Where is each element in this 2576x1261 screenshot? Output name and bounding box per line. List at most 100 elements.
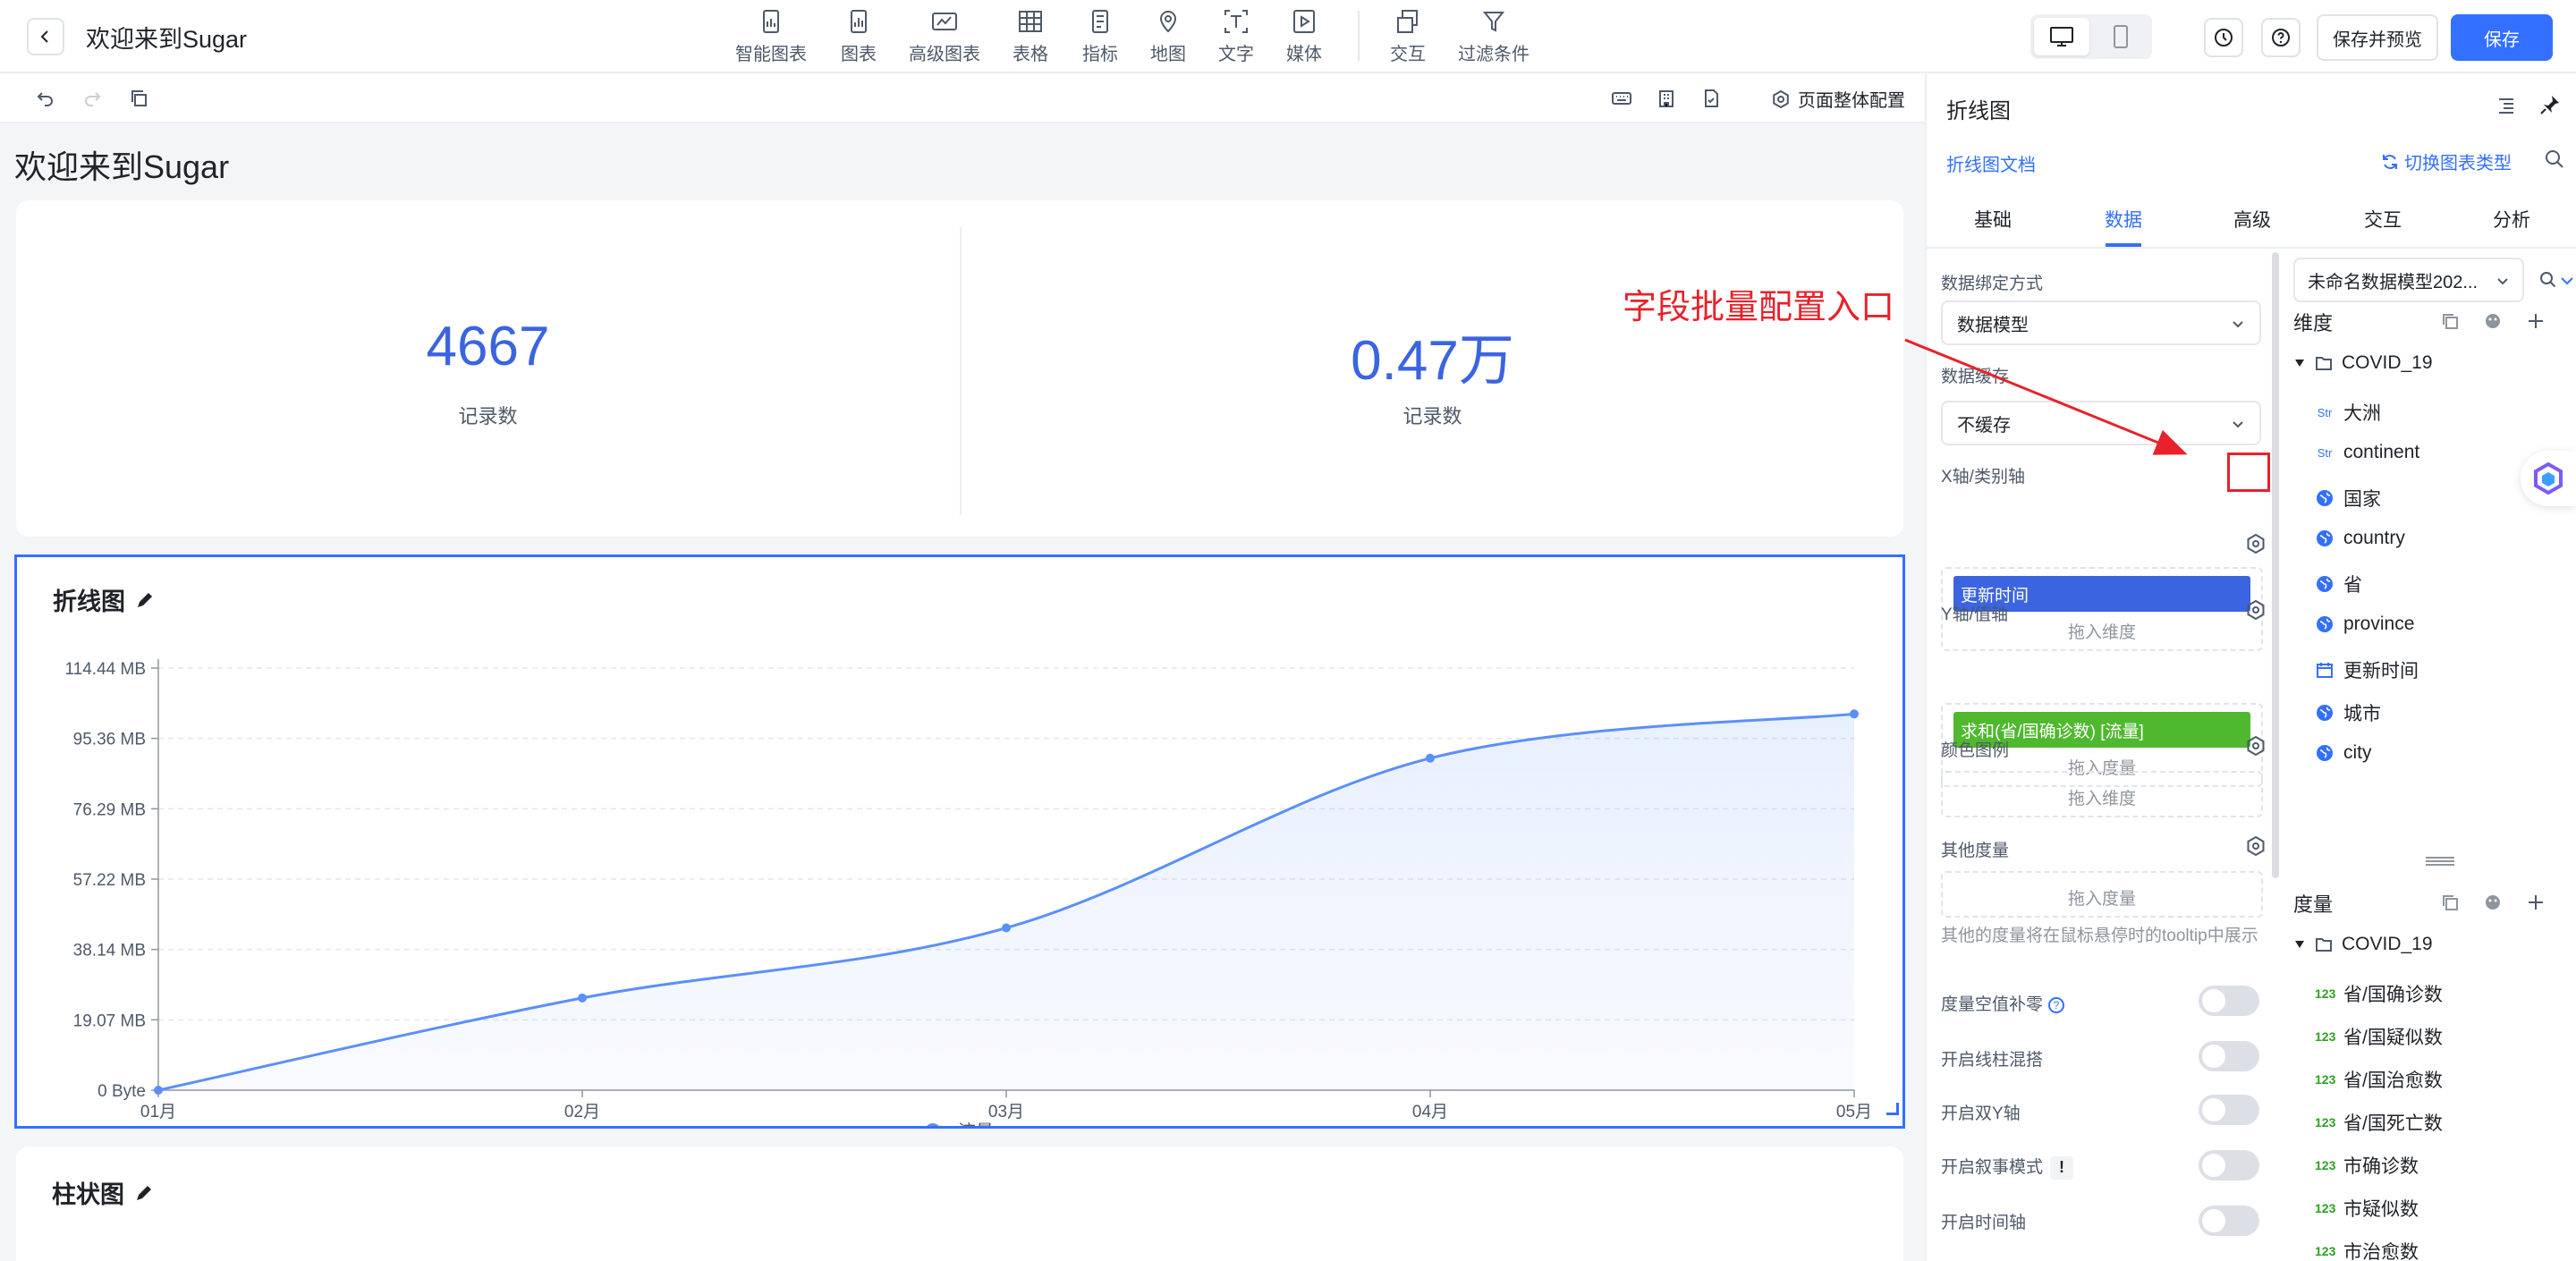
toolbar-advanced-chart[interactable]: 高级图表 bbox=[900, 7, 989, 66]
field-name: 市疑似数 bbox=[2343, 1199, 2419, 1220]
save-button[interactable]: 保存 bbox=[2451, 14, 2553, 61]
search-icon[interactable] bbox=[2544, 148, 2565, 170]
dimension-field[interactable]: Str continent bbox=[2315, 442, 2420, 463]
tab-basic[interactable]: 基础 bbox=[1957, 206, 2029, 233]
resize-handle[interactable] bbox=[1886, 1103, 1899, 1115]
toolbar-media[interactable]: 媒体 bbox=[1259, 7, 1349, 66]
dimension-field[interactable]: province bbox=[2315, 614, 2414, 635]
measure-field[interactable]: 123 市确诊数 bbox=[2315, 1152, 2419, 1179]
assistant-button[interactable] bbox=[2521, 451, 2576, 506]
toggle-switch[interactable] bbox=[2199, 1041, 2259, 1071]
measure-field[interactable]: 123 省/国确诊数 bbox=[2315, 980, 2443, 1007]
chart-doc-link[interactable]: 折线图文档 bbox=[1946, 150, 2036, 176]
dimension-field[interactable]: 省 bbox=[2315, 571, 2362, 597]
copy-icon[interactable] bbox=[2440, 893, 2460, 912]
dimension-field[interactable]: country bbox=[2315, 528, 2405, 549]
field-name: continent bbox=[2343, 442, 2420, 462]
measure-field[interactable]: 123 省/国治愈数 bbox=[2315, 1066, 2443, 1093]
pencil-icon[interactable] bbox=[133, 1182, 155, 1204]
toggle-switch[interactable] bbox=[2199, 1206, 2259, 1236]
gear-icon[interactable] bbox=[2245, 599, 2267, 621]
save-and-preview-button[interactable]: 保存并预览 bbox=[2317, 14, 2438, 61]
search-icon[interactable] bbox=[2538, 270, 2558, 290]
data-settings: 数据绑定方式 数据模型 数据缓存 不缓存 X轴/类别轴 更新时间 拖入维度 Y轴… bbox=[1927, 249, 2275, 1261]
outline-icon[interactable] bbox=[2496, 95, 2517, 116]
line-chart-card[interactable]: 折线图 0 Byte 19.07 MB 38.14 MB 57.22 MB 76.29 … bbox=[14, 554, 1905, 1129]
page-config-button[interactable]: 页面整体配置 bbox=[1771, 86, 1905, 112]
toolbar-label: 图表 bbox=[841, 45, 877, 64]
toolbar-label: 高级图表 bbox=[909, 45, 980, 64]
template-button[interactable] bbox=[1653, 85, 1680, 112]
toggle-switch[interactable] bbox=[2199, 986, 2259, 1016]
toggle-row-label: 开启叙事模式! bbox=[1941, 1154, 2074, 1180]
color-legend-dropzone[interactable]: 拖入维度 bbox=[1941, 771, 2263, 817]
chart-title-row: 柱状图 bbox=[52, 1175, 155, 1210]
plus-icon[interactable] bbox=[2526, 311, 2546, 331]
dimension-group[interactable]: COVID_19 bbox=[2293, 352, 2433, 374]
help-button[interactable] bbox=[2261, 18, 2301, 57]
face-icon[interactable] bbox=[2483, 311, 2503, 331]
data-model-value: 未命名数据模型202... bbox=[2308, 272, 2479, 292]
toggle-switch[interactable] bbox=[2199, 1095, 2259, 1125]
field-name: 省/国确诊数 bbox=[2343, 985, 2443, 1005]
toolbar-label: 交互 bbox=[1390, 45, 1426, 64]
media-icon bbox=[1293, 10, 1315, 33]
measure-field[interactable]: 123 省/国死亡数 bbox=[2315, 1109, 2443, 1136]
history-button[interactable] bbox=[2204, 18, 2243, 57]
copy-button[interactable] bbox=[125, 85, 152, 112]
toolbar-smart-chart[interactable]: 智能图表 bbox=[726, 7, 816, 66]
face-icon[interactable] bbox=[2483, 893, 2503, 912]
kpi-label: 记录数 bbox=[458, 405, 518, 427]
back-button[interactable] bbox=[27, 18, 64, 55]
settings-scrollbar[interactable] bbox=[2272, 252, 2279, 878]
page-title: 欢迎来到Sugar bbox=[14, 148, 230, 185]
plus-icon[interactable] bbox=[2526, 893, 2546, 912]
gear-icon[interactable] bbox=[2245, 835, 2267, 857]
dimension-field[interactable]: Str 大洲 bbox=[2315, 399, 2381, 426]
number-type-icon: 123 bbox=[2315, 1029, 2336, 1044]
tab-data[interactable]: 数据 bbox=[2088, 206, 2159, 233]
keyboard-icon bbox=[1612, 92, 1631, 105]
mobile-view-button[interactable] bbox=[2093, 18, 2148, 55]
dimension-field[interactable]: city bbox=[2315, 742, 2372, 764]
pin-icon[interactable] bbox=[2538, 93, 2562, 116]
field-name: 市治愈数 bbox=[2343, 1242, 2419, 1261]
toolbar-filter[interactable]: 过滤条件 bbox=[1449, 7, 1538, 66]
dimension-field[interactable]: 更新时间 bbox=[2315, 656, 2419, 683]
measure-field[interactable]: 123 市疑似数 bbox=[2315, 1195, 2419, 1222]
dimension-field[interactable]: 国家 bbox=[2315, 485, 2381, 512]
switch-chart-type-button[interactable]: 切换图表类型 bbox=[2381, 148, 2512, 174]
redo-button[interactable] bbox=[79, 85, 106, 112]
desktop-view-button[interactable] bbox=[2034, 18, 2089, 55]
undo-button[interactable] bbox=[32, 85, 59, 112]
toggle-label: 开启时间轴 bbox=[1941, 1214, 2027, 1232]
tab-advanced[interactable]: 高级 bbox=[2216, 206, 2288, 233]
toolbar-chart[interactable]: 图表 bbox=[814, 7, 903, 66]
bar-chart-card[interactable]: 柱状图 bbox=[16, 1147, 1903, 1261]
gear-icon[interactable] bbox=[2245, 735, 2267, 757]
device-toggle bbox=[2030, 14, 2152, 59]
toolbar-interaction[interactable]: 交互 bbox=[1363, 7, 1453, 66]
tab-interaction[interactable]: 交互 bbox=[2347, 206, 2419, 233]
kpi-card[interactable]: 4667 记录数 0.47万 记录数 bbox=[16, 200, 1903, 603]
copy-icon[interactable] bbox=[2440, 311, 2460, 331]
data-point bbox=[1002, 923, 1011, 933]
batch-config-gear-icon[interactable] bbox=[2245, 533, 2267, 554]
cache-select[interactable]: 不缓存 bbox=[1941, 401, 2261, 445]
keyboard-button[interactable] bbox=[1608, 85, 1635, 112]
help-icon[interactable]: ? bbox=[2048, 996, 2065, 1013]
measure-group[interactable]: COVID_19 bbox=[2293, 934, 2433, 955]
resize-grip[interactable] bbox=[2426, 857, 2454, 866]
export-button[interactable] bbox=[1698, 85, 1724, 112]
binding-select[interactable]: 数据模型 bbox=[1941, 300, 2261, 345]
measure-field[interactable]: 123 市治愈数 bbox=[2315, 1238, 2419, 1261]
chevron-down-icon[interactable] bbox=[2558, 272, 2576, 290]
dimension-field[interactable]: 城市 bbox=[2315, 699, 2381, 726]
warning-icon[interactable]: ! bbox=[2050, 1155, 2074, 1180]
filter-icon bbox=[1482, 12, 1505, 32]
toggle-switch[interactable] bbox=[2199, 1150, 2259, 1181]
tab-analysis[interactable]: 分析 bbox=[2476, 206, 2547, 233]
other-measure-dropzone[interactable]: 拖入度量 bbox=[1941, 871, 2263, 918]
measure-field[interactable]: 123 省/国疑似数 bbox=[2315, 1023, 2443, 1050]
data-model-select[interactable]: 未命名数据模型202... bbox=[2293, 258, 2524, 302]
